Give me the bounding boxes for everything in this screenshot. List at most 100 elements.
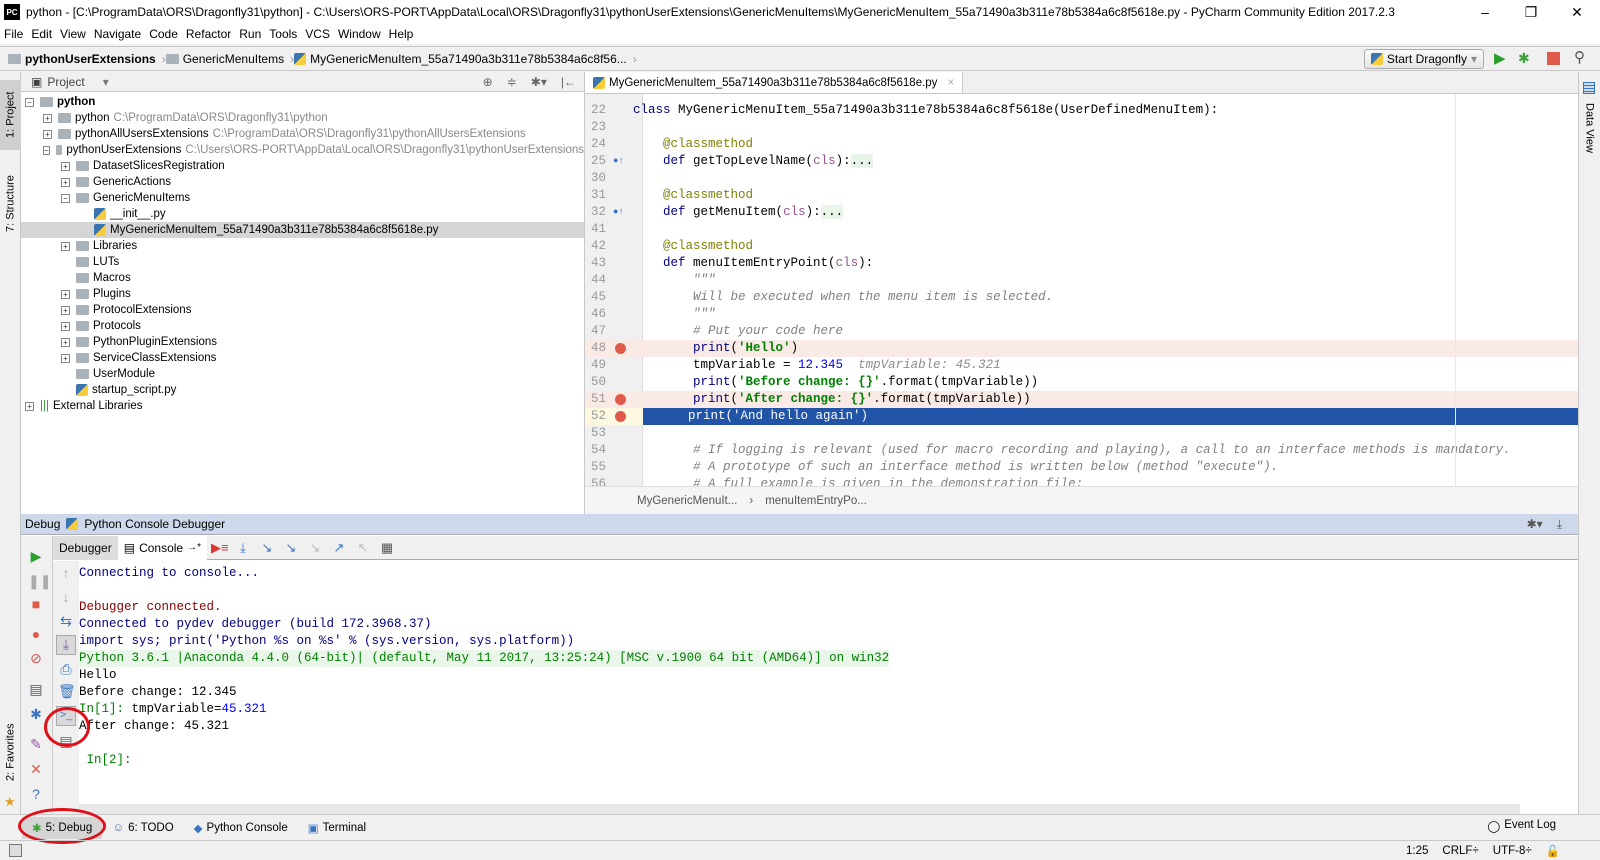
- collapse-icon[interactable]: −: [43, 145, 50, 155]
- tree-item[interactable]: + Protocols: [21, 318, 584, 334]
- menu-edit[interactable]: Edit: [27, 27, 56, 41]
- tool-tab-data-view[interactable]: Data View: [1579, 98, 1600, 158]
- tree-item[interactable]: LUTs: [21, 254, 584, 270]
- run-icon[interactable]: ▶: [1494, 49, 1506, 67]
- console-output[interactable]: Connecting to console... Debugger connect…: [79, 561, 1578, 814]
- breadcrumb-file[interactable]: MyGenericMenuItem_55a71490a3b311e78b5384…: [294, 52, 627, 66]
- menu-tools[interactable]: Tools: [265, 27, 301, 41]
- code-line[interactable]: 24 @classmethod: [585, 136, 1578, 153]
- tree-item[interactable]: + ||| External Libraries: [21, 398, 584, 414]
- event-log-button[interactable]: ◯ Event Log: [1487, 819, 1556, 833]
- menu-view[interactable]: View: [56, 27, 90, 41]
- expand-icon[interactable]: +: [61, 161, 70, 171]
- search-icon[interactable]: ⚲: [1574, 48, 1585, 66]
- tree-item[interactable]: − GenericMenuItems: [21, 190, 584, 206]
- code-line[interactable]: 53: [585, 425, 1578, 442]
- tree-item[interactable]: + PythonPluginExtensions: [21, 334, 584, 350]
- pause-icon[interactable]: ❚❚: [28, 573, 51, 589]
- editor-tab[interactable]: MyGenericMenuItem_55a71490a3b311e78b5384…: [585, 72, 964, 93]
- pin-icon[interactable]: ✎: [28, 736, 44, 752]
- tool-window-tab[interactable]: ◆ Python Console: [184, 817, 298, 839]
- tab-debugger[interactable]: Debugger: [53, 535, 118, 560]
- code-line[interactable]: 25 ●↑ def getTopLevelName(cls):...: [585, 153, 1578, 170]
- menu-help[interactable]: Help: [385, 27, 418, 41]
- force-step-into-icon[interactable]: ↘: [307, 540, 323, 555]
- tree-item[interactable]: UserModule: [21, 366, 584, 382]
- menu-navigate[interactable]: Navigate: [90, 27, 145, 41]
- gear-icon[interactable]: ✱▾: [531, 75, 547, 89]
- breakpoint-icon[interactable]: [615, 394, 626, 405]
- hide-icon[interactable]: ⤓: [1557, 517, 1562, 532]
- soft-wrap-icon[interactable]: ⇆: [58, 613, 74, 629]
- code-line[interactable]: 22 class MyGenericMenuItem_55a71490a3b311…: [585, 102, 1578, 119]
- tab-console[interactable]: ▤ Console →*: [117, 535, 207, 560]
- file-encoding[interactable]: UTF-8÷: [1493, 845, 1532, 857]
- maximize-button[interactable]: ❐: [1508, 0, 1554, 24]
- lock-icon[interactable]: 🔓: [1546, 844, 1560, 858]
- stop-icon[interactable]: [1547, 52, 1560, 65]
- down-arrow-icon[interactable]: ↓: [58, 589, 74, 605]
- stop-icon[interactable]: ■: [28, 596, 44, 612]
- toggle-tool-windows-icon[interactable]: [9, 844, 22, 857]
- menu-code[interactable]: Code: [145, 27, 182, 41]
- expand-icon[interactable]: +: [61, 353, 70, 363]
- close-tab-icon[interactable]: ×: [947, 77, 954, 89]
- override-method-icon[interactable]: ●↑: [613, 204, 624, 221]
- code-line[interactable]: 52 print('And hello again'): [585, 408, 1578, 425]
- breadcrumb-GenericMenuItems[interactable]: GenericMenuItems: [165, 52, 284, 66]
- tree-item[interactable]: + ProtocolExtensions: [21, 302, 584, 318]
- horizontal-scrollbar[interactable]: [79, 804, 1520, 814]
- gear-icon[interactable]: ✱▾: [1527, 517, 1543, 532]
- expand-icon[interactable]: +: [61, 337, 70, 347]
- run-to-cursor-icon[interactable]: ↖: [355, 540, 371, 555]
- tree-item[interactable]: + Libraries: [21, 238, 584, 254]
- tree-item[interactable]: Macros: [21, 270, 584, 286]
- tool-tab-project[interactable]: 1: Project: [0, 80, 21, 150]
- show-execution-point-icon[interactable]: ▶≡: [211, 540, 229, 555]
- minimize-button[interactable]: –: [1462, 0, 1508, 24]
- up-arrow-icon[interactable]: ↑: [58, 565, 74, 581]
- caret-position[interactable]: 1:25: [1406, 845, 1428, 857]
- hide-panel-icon[interactable]: |←: [561, 75, 576, 89]
- crumb-method[interactable]: menuItemEntryPo...: [765, 495, 867, 507]
- code-line[interactable]: 32 ●↑ def getMenuItem(cls):...: [585, 204, 1578, 221]
- tree-item[interactable]: startup_script.py: [21, 382, 584, 398]
- code-line[interactable]: 46 """: [585, 306, 1578, 323]
- code-line[interactable]: 30: [585, 170, 1578, 187]
- menu-window[interactable]: Window: [334, 27, 385, 41]
- menu-run[interactable]: Run: [235, 27, 265, 41]
- code-line[interactable]: 54 # If logging is relevant (used for ma…: [585, 442, 1578, 459]
- tool-window-tab[interactable]: ▣ Terminal: [298, 817, 376, 839]
- menu-vcs[interactable]: VCS: [301, 27, 334, 41]
- breadcrumb-pythonUserExtensions[interactable]: pythonUserExtensions: [8, 52, 156, 66]
- menu-file[interactable]: File: [0, 27, 27, 41]
- code-line[interactable]: 41: [585, 221, 1578, 238]
- code-line[interactable]: 51 print('After change: {}'.format(tmpVa…: [585, 391, 1578, 408]
- collapse-icon[interactable]: −: [25, 97, 34, 107]
- code-line[interactable]: 31 @classmethod: [585, 187, 1578, 204]
- scroll-to-end-icon[interactable]: ⤓: [56, 635, 76, 655]
- tree-item[interactable]: __init__.py: [21, 206, 584, 222]
- tool-tab-structure[interactable]: 7: Structure: [0, 164, 21, 244]
- expand-icon[interactable]: +: [43, 113, 52, 123]
- resume-icon[interactable]: ▶: [28, 548, 44, 564]
- crumb-class[interactable]: MyGenericMenuIt...: [637, 495, 737, 507]
- print-icon[interactable]: ⎙: [58, 661, 74, 677]
- code-line[interactable]: 47 # Put your code here: [585, 323, 1578, 340]
- expand-icon[interactable]: +: [61, 177, 70, 187]
- tree-item[interactable]: + pythonAllUsersExtensions C:\ProgramData\…: [21, 126, 584, 142]
- expand-icon[interactable]: +: [43, 129, 52, 139]
- step-into-icon[interactable]: ↘: [259, 540, 275, 555]
- expand-icon[interactable]: +: [61, 321, 70, 331]
- tool-tab-favorites[interactable]: 2: Favorites: [0, 712, 21, 792]
- code-line[interactable]: 50 print('Before change: {}'.format(tmpV…: [585, 374, 1578, 391]
- tree-item[interactable]: + ServiceClassExtensions: [21, 350, 584, 366]
- restore-layout-icon[interactable]: ▤: [28, 681, 44, 697]
- line-separator[interactable]: CRLF÷: [1442, 845, 1478, 857]
- clear-all-icon[interactable]: 🗑: [58, 683, 76, 699]
- run-configuration-select[interactable]: Start Dragonfly ▾: [1363, 49, 1484, 69]
- collapse-all-icon[interactable]: ≑: [507, 75, 517, 89]
- code-line[interactable]: 23: [585, 119, 1578, 136]
- settings-icon[interactable]: ✱: [28, 706, 44, 722]
- step-into-my-code-icon[interactable]: ↘: [283, 540, 299, 555]
